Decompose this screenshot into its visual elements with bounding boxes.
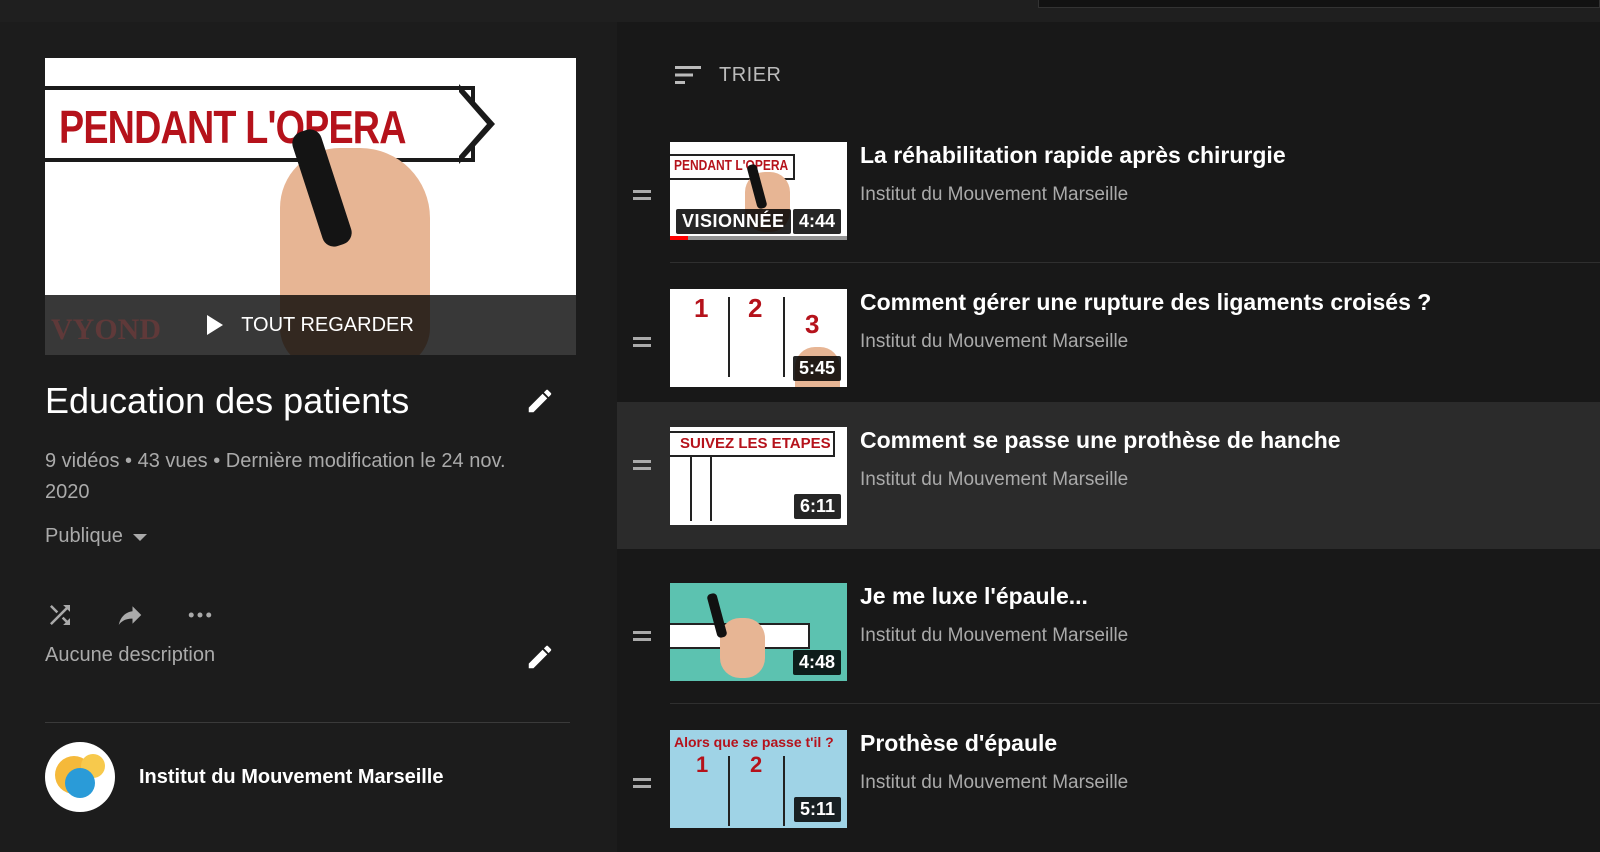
- playlist-sidebar: PENDANT L'OPERA VYOND TOUT REGARDER Educ…: [0, 22, 617, 852]
- caret-down-icon: [132, 534, 147, 541]
- video-thumbnail[interactable]: Alors que se passe t'il ? 1 2 5:11: [670, 730, 847, 828]
- playlist-thumbnail[interactable]: PENDANT L'OPERA VYOND TOUT REGARDER: [45, 58, 576, 355]
- playlist-title: Education des patients: [45, 380, 410, 421]
- drag-handle-icon[interactable]: [633, 190, 651, 204]
- privacy-dropdown[interactable]: Publique: [45, 525, 147, 548]
- play-all-label: TOUT REGARDER: [241, 313, 414, 336]
- playlist-stats: 9 vidéos • 43 vues • Dernière modificati…: [45, 450, 506, 503]
- top-bar: [0, 0, 1600, 22]
- duration-badge: 4:48: [792, 650, 841, 675]
- play-icon: [207, 315, 224, 335]
- playlist-owner[interactable]: Institut du Mouvement Marseille: [45, 742, 443, 812]
- share-icon[interactable]: [115, 600, 145, 630]
- edit-description-icon[interactable]: [525, 642, 555, 672]
- video-title[interactable]: La réhabilitation rapide après chirurgie: [860, 142, 1286, 169]
- more-icon[interactable]: [185, 600, 215, 630]
- video-channel[interactable]: Institut du Mouvement Marseille: [860, 772, 1128, 794]
- video-thumbnail[interactable]: 4:48: [670, 583, 847, 681]
- owner-name[interactable]: Institut du Mouvement Marseille: [139, 766, 443, 789]
- video-channel[interactable]: Institut du Mouvement Marseille: [860, 469, 1128, 491]
- drag-handle-icon[interactable]: [633, 778, 651, 792]
- sort-label: TRIER: [719, 63, 782, 86]
- edit-icon[interactable]: [525, 386, 555, 416]
- avatar[interactable]: [45, 742, 115, 812]
- drag-handle-icon[interactable]: [633, 460, 651, 474]
- video-channel[interactable]: Institut du Mouvement Marseille: [860, 184, 1128, 206]
- video-title[interactable]: Je me luxe l'épaule...: [860, 583, 1088, 610]
- drag-handle-icon[interactable]: [633, 631, 651, 645]
- video-title[interactable]: Comment se passe une prothèse de hanche: [860, 427, 1341, 454]
- video-title[interactable]: Comment gérer une rupture des ligaments …: [860, 289, 1431, 316]
- divider: [45, 722, 570, 723]
- playlist-actions: [45, 600, 215, 630]
- shuffle-icon[interactable]: [45, 600, 75, 630]
- duration-badge: 6:11: [793, 494, 841, 519]
- video-channel[interactable]: Institut du Mouvement Marseille: [860, 625, 1128, 647]
- duration-badge: 5:11: [793, 797, 841, 822]
- watch-progress-bar: [670, 236, 847, 240]
- sort-button[interactable]: TRIER: [673, 62, 782, 88]
- drag-handle-icon[interactable]: [633, 337, 651, 351]
- duration-badge: 5:45: [792, 356, 841, 381]
- playlist-video-item[interactable]: PENDANT L'OPERA VISIONNÉE 4:44 La réhabi…: [617, 132, 1600, 279]
- duration-badge: 4:44: [792, 209, 841, 234]
- search-box-edge[interactable]: [1038, 0, 1600, 8]
- sort-icon: [675, 66, 701, 84]
- playlist-video-item[interactable]: 4:48 Je me luxe l'épaule... Institut du …: [617, 573, 1600, 720]
- watched-badge: VISIONNÉE: [676, 209, 791, 234]
- playlist-videos: TRIER PENDANT L'OPERA VISIONNÉE 4:44 La …: [617, 22, 1600, 852]
- playlist-video-item-active[interactable]: SUIVEZ LES ETAPES 6:11 Comment se passe …: [617, 402, 1600, 549]
- playlist-video-item[interactable]: Alors que se passe t'il ? 1 2 5:11 Proth…: [617, 720, 1600, 852]
- playlist-description: Aucune description: [45, 644, 216, 666]
- video-thumbnail[interactable]: SUIVEZ LES ETAPES 6:11: [670, 427, 847, 525]
- play-all-button[interactable]: VYOND TOUT REGARDER: [45, 295, 576, 355]
- video-title[interactable]: Prothèse d'épaule: [860, 730, 1057, 757]
- thumbnail-caption: PENDANT L'OPERA: [59, 101, 406, 153]
- privacy-label: Publique: [45, 525, 123, 547]
- video-thumbnail[interactable]: PENDANT L'OPERA VISIONNÉE 4:44: [670, 142, 847, 240]
- video-thumbnail[interactable]: 1 2 3 5:45: [670, 289, 847, 387]
- video-channel[interactable]: Institut du Mouvement Marseille: [860, 331, 1128, 353]
- watermark: VYOND: [51, 313, 161, 346]
